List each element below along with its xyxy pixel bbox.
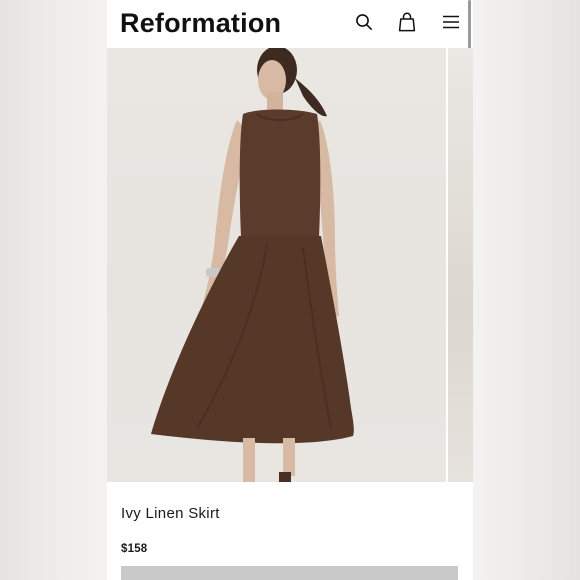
next-product-image[interactable] [448,48,473,482]
site-header: Reformation [107,0,473,48]
menu-button[interactable] [440,11,462,33]
product-image-carousel[interactable] [107,48,473,482]
search-button[interactable] [353,11,375,33]
product-image[interactable] [107,48,446,482]
product-price: $158 [121,543,148,555]
brand-logo[interactable]: Reformation [120,5,281,41]
search-icon [356,14,373,31]
shopping-bag-button[interactable] [396,11,418,33]
model-photo [151,48,354,482]
product-name: Ivy Linen Skirt [121,505,220,522]
shopping-bag-icon [398,12,416,32]
product-action-button[interactable] [121,566,458,580]
hamburger-menu-icon [443,15,459,29]
phone-screen: Reformation Ivy Linen Skirt $158 [107,0,473,580]
product-info: Ivy Linen Skirt $158 [107,482,473,580]
